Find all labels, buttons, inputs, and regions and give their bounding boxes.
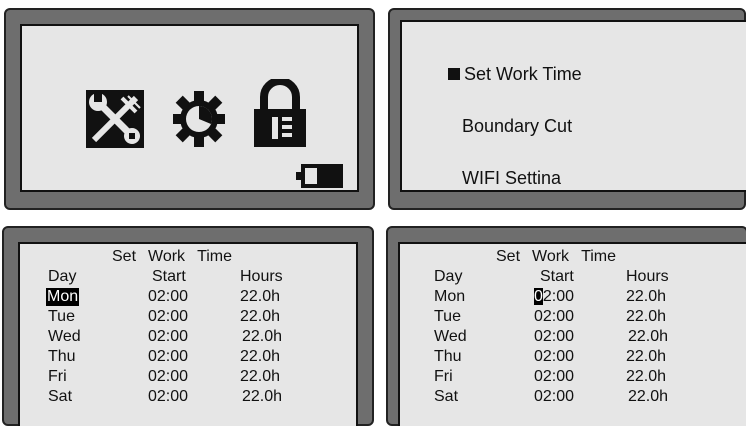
day-cell: Mon: [434, 288, 466, 305]
header-hours: Hours: [626, 268, 669, 285]
hours-cell: 22.0h: [626, 288, 667, 305]
start-cell: 02:00: [534, 388, 575, 405]
header-day: Day: [434, 268, 463, 285]
table-row[interactable]: Thu 02:00 22.0h: [400, 348, 746, 368]
hours-cell: 22.0h: [240, 368, 281, 385]
title-word: Time: [581, 248, 617, 265]
table-row[interactable]: Sat 02:00 22.0h: [20, 388, 356, 408]
table-row[interactable]: Wed 02:00 22.0h: [400, 328, 746, 348]
schedule-display-right: Set Work Time Day Start Hours Mon 02:00 22…: [398, 242, 746, 426]
selection-marker-icon: [448, 68, 460, 80]
header-hours: Hours: [240, 268, 283, 285]
table-row[interactable]: Thu 02:00 22.0h: [20, 348, 356, 368]
schedule-display-left: Set Work Time Day Start Hours Mon 02:00 22…: [18, 242, 358, 426]
day-cell: Wed: [48, 328, 81, 345]
table-row[interactable]: Sat 02:00 22.0h: [400, 388, 746, 408]
title-word: Time: [197, 248, 233, 265]
start-cell: 02:00: [534, 348, 575, 365]
table-row[interactable]: Fri 02:00 22.0h: [20, 368, 356, 388]
start-cell: 02:00: [148, 348, 189, 365]
schedule-table: Set Work Time Day Start Hours Mon 02:00 22…: [20, 244, 356, 426]
table-row[interactable]: Tue 02:00 22.0h: [400, 308, 746, 328]
hours-cell: 22.0h: [628, 328, 669, 345]
schedule-title: Set Work Time: [496, 248, 628, 266]
menu-item-set-work-time[interactable]: Set Work Time: [448, 64, 582, 85]
table-row[interactable]: Fri 02:00 22.0h: [400, 368, 746, 388]
start-cell: 02:00: [534, 328, 575, 345]
day-cell: Tue: [434, 308, 461, 325]
title-word: Work: [532, 248, 570, 265]
gear-icon[interactable]: [172, 90, 226, 148]
home-screen-display: [20, 24, 359, 192]
tools-icon[interactable]: [84, 88, 146, 150]
table-row[interactable]: Mon 02:00 22.0h: [400, 288, 746, 308]
start-cell: 02:00: [534, 308, 575, 325]
title-word: Set: [112, 248, 137, 265]
table-header-row: Day Start Hours: [20, 268, 356, 288]
hours-cell: 22.0h: [628, 388, 669, 405]
table-row[interactable]: Mon 02:00 22.0h: [20, 288, 356, 308]
day-cell: Sat: [48, 388, 73, 405]
day-cell-selected[interactable]: Mon: [46, 288, 80, 306]
title-word: Work: [148, 248, 186, 265]
menu-item-label: WIFI Settina: [462, 168, 562, 188]
start-cell: 02:00: [148, 328, 189, 345]
day-cell: Wed: [434, 328, 467, 345]
start-cell: 02:00: [148, 368, 189, 385]
menu-display: Set Work Time Boundary Cut WIFI Settina: [400, 20, 746, 192]
day-cell: Fri: [434, 368, 453, 385]
battery-icon: [296, 164, 343, 188]
table-row[interactable]: Wed 02:00 22.0h: [20, 328, 356, 348]
schedule-panel-day-select: Set Work Time Day Start Hours Mon 02:00 22…: [2, 226, 374, 426]
hours-cell: 22.0h: [240, 288, 281, 305]
table-header-row: Day Start Hours: [400, 268, 746, 288]
menu-item-label: Boundary Cut: [462, 116, 573, 136]
schedule-panel-edit-start: Set Work Time Day Start Hours Mon 02:00 22…: [386, 226, 746, 426]
hours-cell: 22.0h: [626, 368, 667, 385]
day-cell: Thu: [434, 348, 462, 365]
hours-cell: 22.0h: [626, 348, 667, 365]
start-cell-rest: 2:00: [542, 288, 575, 305]
start-cell: 02:00: [534, 368, 575, 385]
day-cell: Sat: [434, 388, 459, 405]
day-cell: Thu: [48, 348, 76, 365]
hours-cell: 22.0h: [242, 388, 283, 405]
start-cell: 02:00: [148, 308, 189, 325]
menu-item-label: Set Work Time: [464, 64, 582, 84]
header-day: Day: [48, 268, 77, 285]
start-cell: 02:00: [148, 388, 189, 405]
schedule-title: Set Work Time: [112, 248, 244, 266]
table-row[interactable]: Tue 02:00 22.0h: [20, 308, 356, 328]
day-cell: Tue: [48, 308, 75, 325]
header-start: Start: [540, 268, 574, 285]
menu-item-wifi-setting[interactable]: WIFI Settina: [462, 168, 561, 189]
title-word: Set: [496, 248, 521, 265]
day-cell: Fri: [48, 368, 67, 385]
schedule-table: Set Work Time Day Start Hours Mon 02:00 22…: [400, 244, 746, 426]
hours-cell: 22.0h: [240, 308, 281, 325]
edit-cursor[interactable]: 0: [534, 288, 543, 305]
home-screen-panel: [4, 8, 375, 210]
menu-panel: Set Work Time Boundary Cut WIFI Settina: [388, 8, 746, 210]
hours-cell: 22.0h: [626, 308, 667, 325]
hours-cell: 22.0h: [240, 348, 281, 365]
menu-item-boundary-cut[interactable]: Boundary Cut: [462, 116, 572, 137]
start-cell: 02:00: [148, 288, 189, 305]
start-cell-editing[interactable]: 02:00: [534, 288, 574, 306]
lock-icon[interactable]: [252, 79, 308, 149]
header-start: Start: [152, 268, 186, 285]
hours-cell: 22.0h: [242, 328, 283, 345]
